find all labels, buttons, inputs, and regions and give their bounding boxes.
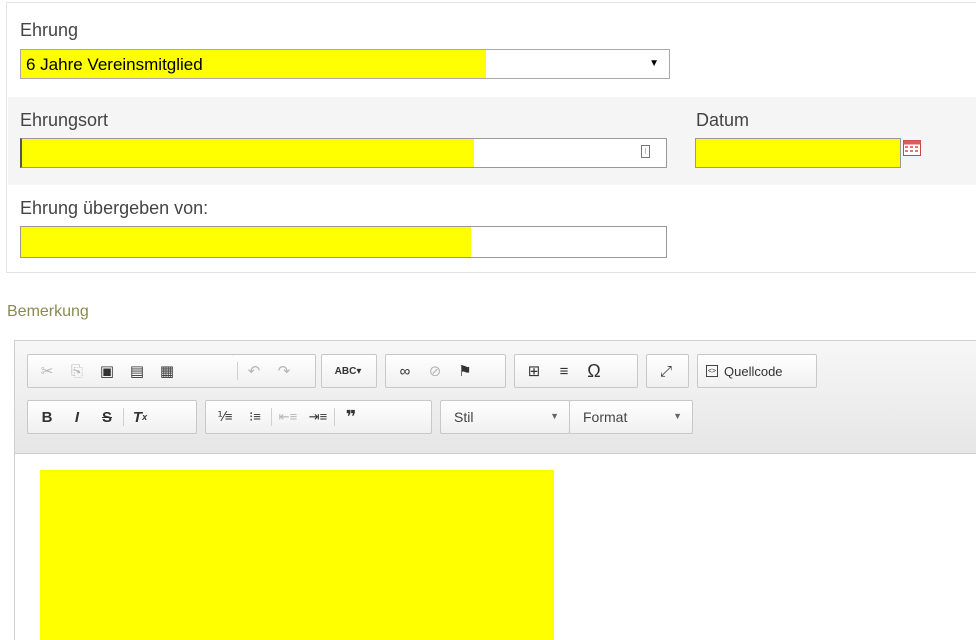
- insert-group: ⊞ ≡ Ω: [514, 354, 638, 388]
- clipboard-group: ✂ ⎘ ▣ ▤ ▦: [27, 354, 244, 388]
- link-group: ∞ ⊘ ⚑: [385, 354, 506, 388]
- separator: [237, 362, 238, 380]
- ehrung-label: Ehrung: [20, 20, 79, 40]
- special-char-icon[interactable]: Ω: [579, 358, 609, 384]
- redo-icon[interactable]: ↷: [269, 358, 299, 384]
- blockquote-icon[interactable]: ❞: [336, 404, 366, 430]
- uebergeben-label: Ehrung übergeben von:: [20, 198, 209, 218]
- separator: [123, 408, 124, 426]
- source-button[interactable]: <> Quellcode: [697, 354, 817, 388]
- horizontal-rule-icon[interactable]: ≡: [549, 358, 579, 384]
- format-dropdown-label: Format: [583, 409, 628, 425]
- italic-icon[interactable]: I: [62, 404, 92, 430]
- undo-icon[interactable]: ↶: [239, 358, 269, 384]
- datum-input[interactable]: [695, 138, 901, 168]
- paragraph-group: ⅟≡ ⁝≡ ⇤≡ ⇥≡ ❞: [205, 400, 432, 434]
- source-icon: <>: [706, 365, 718, 377]
- ehrung-select-value: 6 Jahre Vereinsmitglied: [26, 55, 203, 74]
- copy-icon[interactable]: ⎘: [62, 358, 92, 384]
- datum-label: Datum: [696, 110, 750, 130]
- link-icon[interactable]: ∞: [390, 358, 420, 384]
- highlight: [22, 139, 474, 167]
- basic-style-group: B I S Tx: [27, 400, 197, 434]
- chevron-down-icon: ▼: [550, 411, 559, 421]
- calendar-icon[interactable]: [903, 140, 921, 156]
- spellcheck-group: ABC▾: [321, 354, 377, 388]
- paste-icon[interactable]: ▣: [92, 358, 122, 384]
- strike-icon[interactable]: S: [92, 404, 122, 430]
- ehrungsort-label: Ehrungsort: [20, 110, 109, 130]
- remove-format-icon[interactable]: Tx: [125, 404, 155, 430]
- separator: [271, 408, 272, 426]
- paste-text-icon[interactable]: ▤: [122, 358, 152, 384]
- spinner-icon[interactable]: ⁝: [641, 145, 650, 158]
- cut-icon[interactable]: ✂: [32, 358, 62, 384]
- highlight: [40, 470, 554, 640]
- ehrungsort-input[interactable]: ⁝: [20, 138, 667, 168]
- indent-icon[interactable]: ⇥≡: [303, 404, 333, 430]
- bold-icon[interactable]: B: [32, 404, 62, 430]
- unlink-icon[interactable]: ⊘: [420, 358, 450, 384]
- separator: [334, 408, 335, 426]
- source-button-label: Quellcode: [724, 363, 783, 379]
- paste-word-icon[interactable]: ▦: [152, 358, 182, 384]
- outdent-icon[interactable]: ⇤≡: [273, 404, 303, 430]
- maximize-icon[interactable]: ⤢: [651, 358, 681, 384]
- undo-redo-group: ↶ ↷: [232, 354, 316, 388]
- bemerkung-label: Bemerkung: [7, 303, 89, 320]
- anchor-icon[interactable]: ⚑: [450, 358, 480, 384]
- ehrung-select[interactable]: 6 Jahre Vereinsmitglied ▼: [20, 49, 670, 79]
- chevron-down-icon: ▼: [673, 411, 682, 421]
- editor-content-area[interactable]: [15, 454, 976, 640]
- table-icon[interactable]: ⊞: [519, 358, 549, 384]
- highlight: [696, 139, 900, 167]
- maximize-group: ⤢: [646, 354, 689, 388]
- format-dropdown[interactable]: Format ▼: [569, 400, 693, 434]
- editor-toolbar: ✂ ⎘ ▣ ▤ ▦ ↶ ↷ ABC▾ ∞ ⊘ ⚑ ⊞ ≡ Ω ⤢ <> Quel…: [15, 341, 976, 454]
- spellcheck-icon[interactable]: ABC▾: [326, 358, 370, 384]
- bulleted-list-icon[interactable]: ⁝≡: [240, 404, 270, 430]
- uebergeben-input[interactable]: [20, 226, 667, 258]
- numbered-list-icon[interactable]: ⅟≡: [210, 404, 240, 430]
- style-dropdown[interactable]: Stil ▼: [440, 400, 570, 434]
- dropdown-arrow-icon: ▼: [649, 58, 659, 69]
- style-dropdown-label: Stil: [454, 409, 474, 425]
- highlight: [21, 227, 471, 257]
